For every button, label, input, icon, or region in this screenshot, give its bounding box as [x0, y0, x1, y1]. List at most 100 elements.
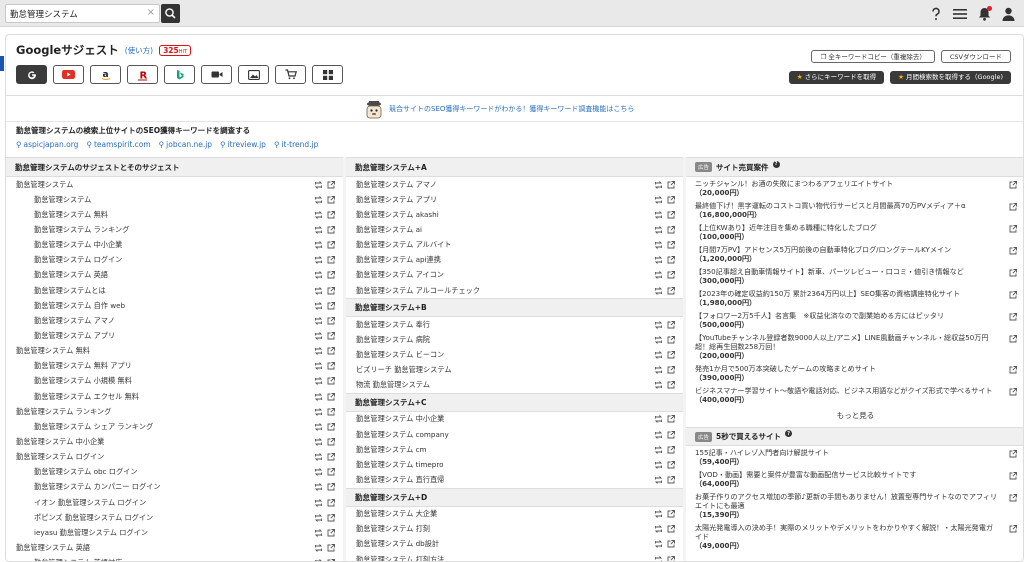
image-tab[interactable]: [238, 65, 269, 84]
keyword-text[interactable]: 物流 勤怠管理システム: [356, 380, 430, 390]
google-tab[interactable]: [16, 65, 47, 84]
external-link-icon[interactable]: [327, 195, 335, 204]
resuggest-icon[interactable]: [654, 271, 663, 280]
keyword-row[interactable]: 勤怠管理システム カンパニー ログイン: [6, 480, 343, 495]
external-link-icon[interactable]: [667, 320, 675, 329]
ad-item[interactable]: 発売1か月で500万本突破したゲームの攻略まとめサイト （390,000円）: [686, 362, 1023, 384]
keyword-text[interactable]: 勤怠管理システム api連携: [356, 255, 441, 265]
keyword-text[interactable]: 勤怠管理システム db設計: [356, 539, 439, 549]
ad-title[interactable]: 【350記事超え自動車情報サイト】新車、パーツレビュー・口コミ・値引き情報など: [695, 267, 964, 276]
resuggest-icon[interactable]: [654, 430, 663, 439]
resuggest-icon[interactable]: [314, 195, 323, 204]
resuggest-icon[interactable]: [314, 180, 323, 189]
resuggest-icon[interactable]: [314, 513, 323, 522]
keyword-text[interactable]: 勤怠管理システム ビーコン: [356, 350, 444, 360]
ad-title[interactable]: 155記事・ハイレゾ入門者向け解説サイト: [695, 448, 829, 457]
keyword-row[interactable]: 勤怠管理システム アイコン: [346, 268, 683, 283]
keyword-text[interactable]: 勤怠管理システム 大企業: [356, 509, 437, 519]
keyword-text[interactable]: 勤怠管理システム 中小企業: [356, 414, 444, 424]
seo-site-link[interactable]: ⚲ itreview.jp: [220, 140, 266, 149]
resuggest-icon[interactable]: [314, 544, 323, 552]
external-link-icon[interactable]: [667, 335, 675, 344]
keyword-text[interactable]: 勤怠管理システム シェア ランキング: [16, 422, 153, 432]
keyword-row[interactable]: 勤怠管理システム timepro: [346, 457, 683, 472]
external-link-icon[interactable]: [1009, 472, 1017, 480]
resuggest-icon[interactable]: [654, 366, 663, 374]
ad-item[interactable]: 【350記事超え自動車情報サイト】新車、パーツレビュー・口コミ・値引き情報など（…: [686, 265, 1023, 287]
external-link-icon[interactable]: [1009, 247, 1017, 255]
keyword-text[interactable]: 勤怠管理システム 無料: [16, 346, 90, 356]
keyword-text[interactable]: 勤怠管理システム 無料: [16, 210, 108, 220]
resuggest-icon[interactable]: [654, 351, 663, 359]
resuggest-icon[interactable]: [314, 256, 323, 265]
external-link-icon[interactable]: [667, 540, 675, 548]
shopping-tab[interactable]: [275, 65, 306, 84]
keyword-row[interactable]: 勤怠管理システム 打刻方法: [346, 552, 683, 562]
seo-site-link[interactable]: ⚲ teamspirit.com: [86, 140, 150, 149]
resuggest-icon[interactable]: [654, 540, 663, 549]
ad-item[interactable]: 太陽光発電導入の決め手！実際のメリットやデメリットをわかりやすく解説！・太陽光発…: [686, 521, 1023, 552]
resuggest-icon[interactable]: [314, 301, 323, 310]
ad-item[interactable]: ニッチジャンル！お酒の失敗にまつわるアフェリエイトサイト （20,000円）: [686, 177, 1023, 199]
keyword-text[interactable]: イオン 勤怠管理システム ログイン: [16, 498, 146, 508]
menu-icon[interactable]: [952, 6, 968, 22]
seo-site-link[interactable]: ⚲ it-trend.jp: [274, 140, 318, 149]
keyword-text[interactable]: ポピンズ 勤怠管理システム ログイン: [16, 513, 153, 523]
ad-title[interactable]: お菓子作りのアクセス増加の季節♪更新の手間もありません！放置型専門サイトなのでア…: [695, 492, 997, 510]
keyword-text[interactable]: 勤怠管理システム アプリ: [356, 195, 437, 205]
keyword-row[interactable]: 勤怠管理システム アマノ: [6, 313, 343, 328]
external-link-icon[interactable]: [327, 513, 335, 522]
external-link-icon[interactable]: [667, 241, 675, 249]
resuggest-icon[interactable]: [314, 362, 323, 371]
ad-item[interactable]: 【VOD・動画】需要と案件が豊富な動画配信サービス比較サイトです （64,000円…: [686, 468, 1023, 490]
resuggest-icon[interactable]: [314, 332, 323, 340]
keyword-text[interactable]: 勤怠管理システム 英語: [16, 270, 108, 280]
external-link-icon[interactable]: [667, 210, 675, 219]
external-link-icon[interactable]: [327, 241, 335, 249]
keyword-row[interactable]: 勤怠管理システム obc ログイン: [6, 465, 343, 480]
resuggest-icon[interactable]: [314, 438, 323, 446]
external-link-icon[interactable]: [1009, 313, 1017, 321]
resuggest-icon[interactable]: [654, 555, 663, 562]
ad-item[interactable]: 最終値下げ！黒字運転のコストコ買い物代行サービスと月間最高70万PVメディア＋α…: [686, 199, 1023, 221]
external-link-icon[interactable]: [1009, 388, 1017, 396]
more-link[interactable]: もっと見る: [686, 406, 1023, 427]
resuggest-icon[interactable]: [314, 317, 323, 325]
keyword-text[interactable]: 勤怠管理システム obc ログイン: [16, 467, 138, 477]
external-link-icon[interactable]: [1009, 269, 1017, 277]
external-link-icon[interactable]: [327, 498, 335, 507]
keyword-row[interactable]: 勤怠管理システム ログイン: [6, 450, 343, 465]
resuggest-icon[interactable]: [314, 468, 323, 477]
ad-item[interactable]: 【上位KWあり】近年注目を集める職種に特化したブログ （100,000円）: [686, 221, 1023, 243]
external-link-icon[interactable]: [667, 286, 675, 295]
external-link-icon[interactable]: [667, 555, 675, 562]
keyword-text[interactable]: 勤怠管理システム 病院: [356, 335, 430, 345]
resuggest-icon[interactable]: [654, 525, 663, 534]
external-link-icon[interactable]: [327, 347, 335, 355]
keyword-text[interactable]: 勤怠管理システム 英語: [16, 543, 90, 553]
apps-tab[interactable]: [312, 65, 343, 84]
ad-item[interactable]: 【月間7万PV】アドセンス5万円前後の自動車特化ブログ/ロングテールKYメイン（…: [686, 243, 1023, 265]
keyword-row[interactable]: 勤怠管理システム cm: [346, 442, 683, 457]
ad-title[interactable]: 最終値下げ！黒字運転のコストコ買い物代行サービスと月間最高70万PVメディア＋α: [695, 201, 966, 210]
promo-link[interactable]: 競合サイトのSEO獲得キーワードがわかる！獲得キーワード調査機能はこちら: [389, 104, 634, 114]
resuggest-icon[interactable]: [314, 241, 323, 249]
keyword-text[interactable]: 勤怠管理システム: [16, 195, 91, 205]
resuggest-icon[interactable]: [314, 498, 323, 507]
keyword-text[interactable]: 勤怠管理システム cm: [356, 445, 427, 455]
keyword-row[interactable]: イオン 勤怠管理システム ログイン: [6, 495, 343, 510]
keyword-row[interactable]: 勤怠管理システム アプリ: [346, 192, 683, 207]
ad-item[interactable]: 【フォロワー2万5千人】名言集 ※収益化済なので副業始める方にはピッタリ （500…: [686, 309, 1023, 331]
keyword-row[interactable]: 勤怠管理システム 無料: [6, 344, 343, 359]
keyword-text[interactable]: 勤怠管理システム 奉行: [356, 320, 430, 330]
keyword-text[interactable]: 勤怠管理システム 直行直帰: [356, 475, 444, 485]
keyword-row[interactable]: 勤怠管理システム company: [346, 427, 683, 442]
amazon-tab[interactable]: a: [90, 65, 121, 84]
ad-item[interactable]: 155記事・ハイレゾ入門者向け解説サイト （59,400円）: [686, 446, 1023, 468]
keyword-text[interactable]: 勤怠管理システム 中小企業: [16, 437, 104, 447]
resuggest-icon[interactable]: [654, 195, 663, 204]
ad-title[interactable]: 【月間7万PV】アドセンス5万円前後の自動車特化ブログ/ロングテールKYメイン: [695, 245, 951, 254]
keyword-text[interactable]: 勤怠管理システム アイコン: [356, 270, 444, 280]
resuggest-icon[interactable]: [314, 271, 323, 280]
resuggest-icon[interactable]: [314, 392, 323, 401]
